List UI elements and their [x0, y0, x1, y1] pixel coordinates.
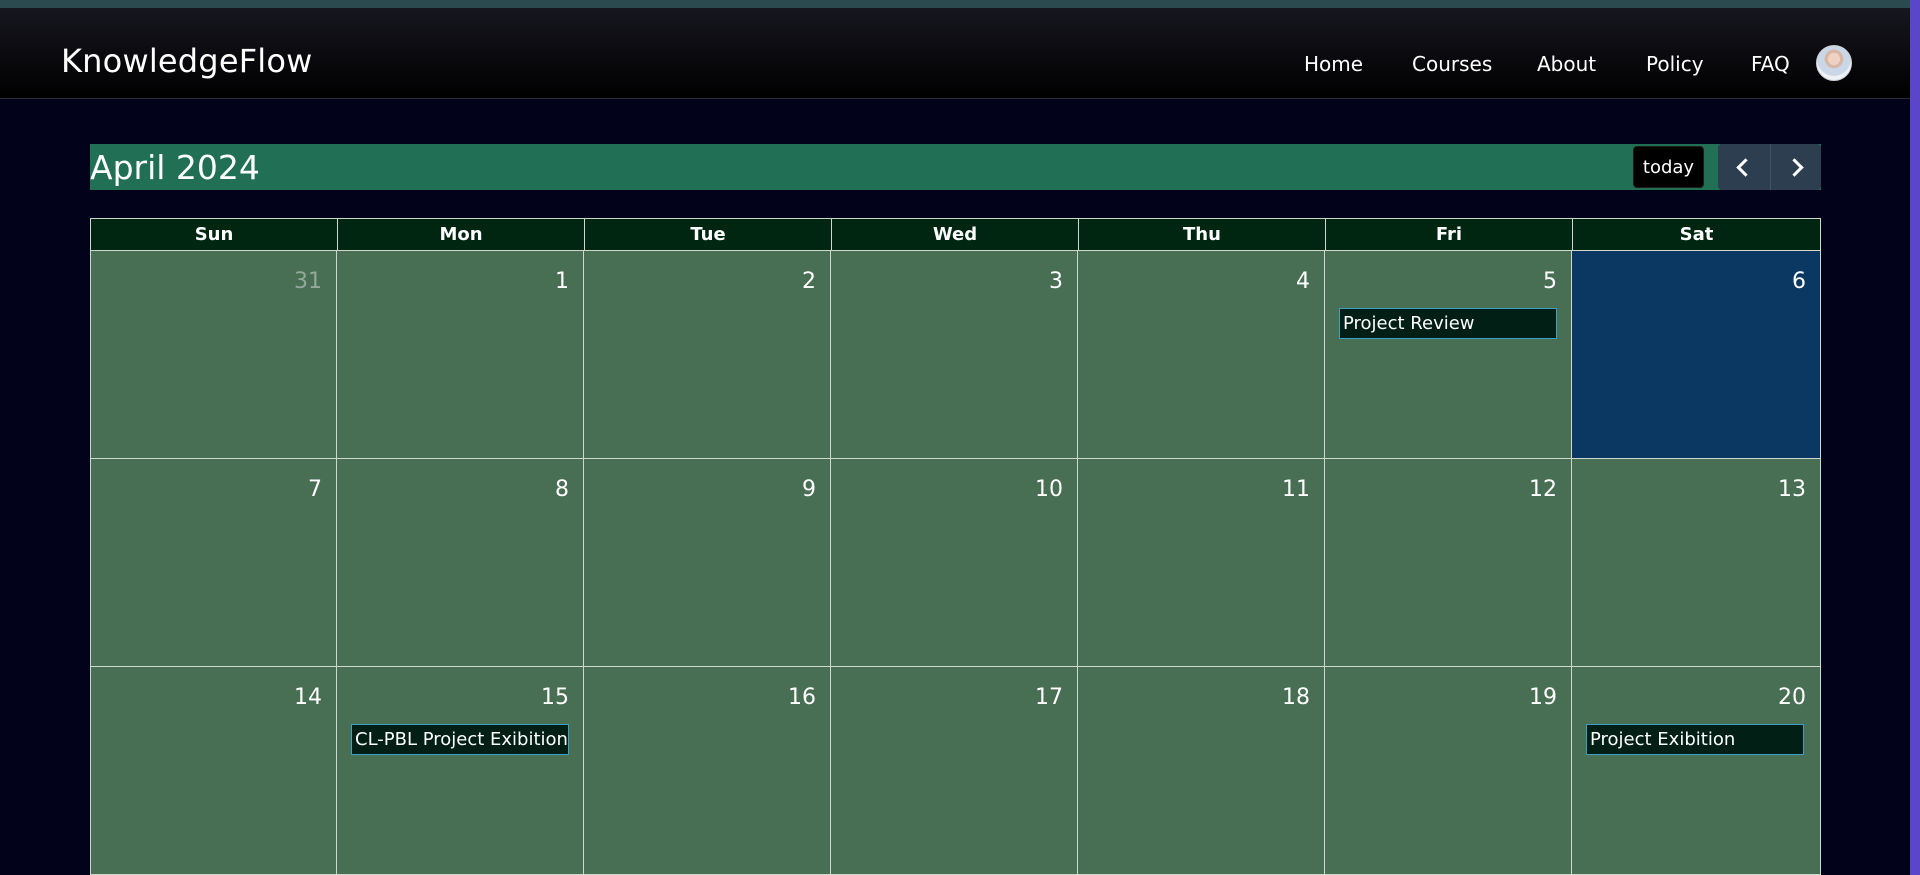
chevron-right-icon — [1785, 157, 1804, 177]
nav-link-policy[interactable]: Policy — [1646, 52, 1704, 76]
calendar-event[interactable]: CL-PBL Project Exibition — [351, 724, 569, 755]
calendar-title: April 2024 — [90, 148, 260, 187]
weekday-header: Tue — [585, 219, 832, 250]
top-strip — [0, 0, 1920, 8]
weekday-header: Thu — [1079, 219, 1326, 250]
nav-link-faq[interactable]: FAQ — [1751, 52, 1790, 76]
day-number: 10 — [1035, 477, 1063, 502]
day-cell[interactable]: 31 — [90, 251, 337, 459]
day-number: 4 — [1296, 269, 1310, 294]
day-number: 9 — [802, 477, 816, 502]
day-number: 19 — [1529, 685, 1557, 710]
window-edge-bar — [1910, 0, 1920, 875]
today-button[interactable]: today — [1633, 146, 1704, 188]
day-number: 16 — [788, 685, 816, 710]
day-number: 31 — [294, 269, 322, 294]
day-cell[interactable]: 17 — [831, 667, 1078, 875]
day-cell[interactable]: 7 — [90, 459, 337, 667]
calendar-event[interactable]: Project Review — [1339, 308, 1557, 339]
nav-link-about[interactable]: About — [1537, 52, 1596, 76]
day-number: 15 — [541, 685, 569, 710]
day-number: 17 — [1035, 685, 1063, 710]
navbar: KnowledgeFlow Home Courses About Policy … — [0, 8, 1910, 99]
week-row: 31 1 2 3 4 5 Project Review 6 — [90, 251, 1821, 459]
day-number: 3 — [1049, 269, 1063, 294]
day-number: 12 — [1529, 477, 1557, 502]
prev-month-button[interactable] — [1718, 144, 1769, 190]
day-number: 5 — [1543, 269, 1557, 294]
day-cell[interactable]: 12 — [1325, 459, 1572, 667]
day-cell[interactable]: 13 — [1572, 459, 1821, 667]
day-cell[interactable]: 1 — [337, 251, 584, 459]
day-cell[interactable]: 11 — [1078, 459, 1325, 667]
day-number: 7 — [308, 477, 322, 502]
day-cell[interactable]: 9 — [584, 459, 831, 667]
day-cell[interactable]: 18 — [1078, 667, 1325, 875]
weekday-header: Fri — [1326, 219, 1573, 250]
day-cell[interactable]: 8 — [337, 459, 584, 667]
user-avatar[interactable] — [1816, 45, 1852, 81]
next-month-button[interactable] — [1770, 144, 1821, 190]
day-cell[interactable]: 19 — [1325, 667, 1572, 875]
day-number: 1 — [555, 269, 569, 294]
weekday-header: Wed — [832, 219, 1079, 250]
day-number: 13 — [1778, 477, 1806, 502]
day-number: 6 — [1792, 269, 1806, 294]
calendar-event[interactable]: Project Exibition — [1586, 724, 1804, 755]
day-number: 11 — [1282, 477, 1310, 502]
day-cell[interactable]: 14 — [90, 667, 337, 875]
day-cell[interactable]: 5 Project Review — [1325, 251, 1572, 459]
chevron-left-icon — [1736, 157, 1755, 177]
day-cell[interactable]: 4 — [1078, 251, 1325, 459]
calendar-toolbar: April 2024 today — [90, 144, 1821, 190]
weekday-header: Sun — [91, 219, 338, 250]
day-cell[interactable]: 10 — [831, 459, 1078, 667]
week-row: 14 15 CL-PBL Project Exibition 16 17 18 … — [90, 667, 1821, 875]
nav-link-courses[interactable]: Courses — [1412, 52, 1492, 76]
day-number: 20 — [1778, 685, 1806, 710]
day-number: 18 — [1282, 685, 1310, 710]
weekday-header: Sat — [1679, 224, 1714, 245]
nav-link-home[interactable]: Home — [1304, 52, 1363, 76]
day-cell[interactable]: 16 — [584, 667, 831, 875]
day-cell[interactable]: 20 Project Exibition — [1572, 667, 1821, 875]
week-row: 7 8 9 10 11 12 13 — [90, 459, 1821, 667]
month-nav-group — [1718, 144, 1821, 190]
day-number: 8 — [555, 477, 569, 502]
brand-logo-text[interactable]: KnowledgeFlow — [61, 42, 313, 80]
day-cell[interactable]: 2 — [584, 251, 831, 459]
day-number: 2 — [802, 269, 816, 294]
day-number: 14 — [294, 685, 322, 710]
weekday-header: Mon — [338, 219, 585, 250]
weekday-header-row: Sun Mon Tue Wed Thu Fri Sat — [90, 218, 1821, 251]
day-cell[interactable]: 3 — [831, 251, 1078, 459]
day-cell[interactable]: 15 CL-PBL Project Exibition — [337, 667, 584, 875]
day-cell-today[interactable]: 6 — [1572, 251, 1821, 459]
